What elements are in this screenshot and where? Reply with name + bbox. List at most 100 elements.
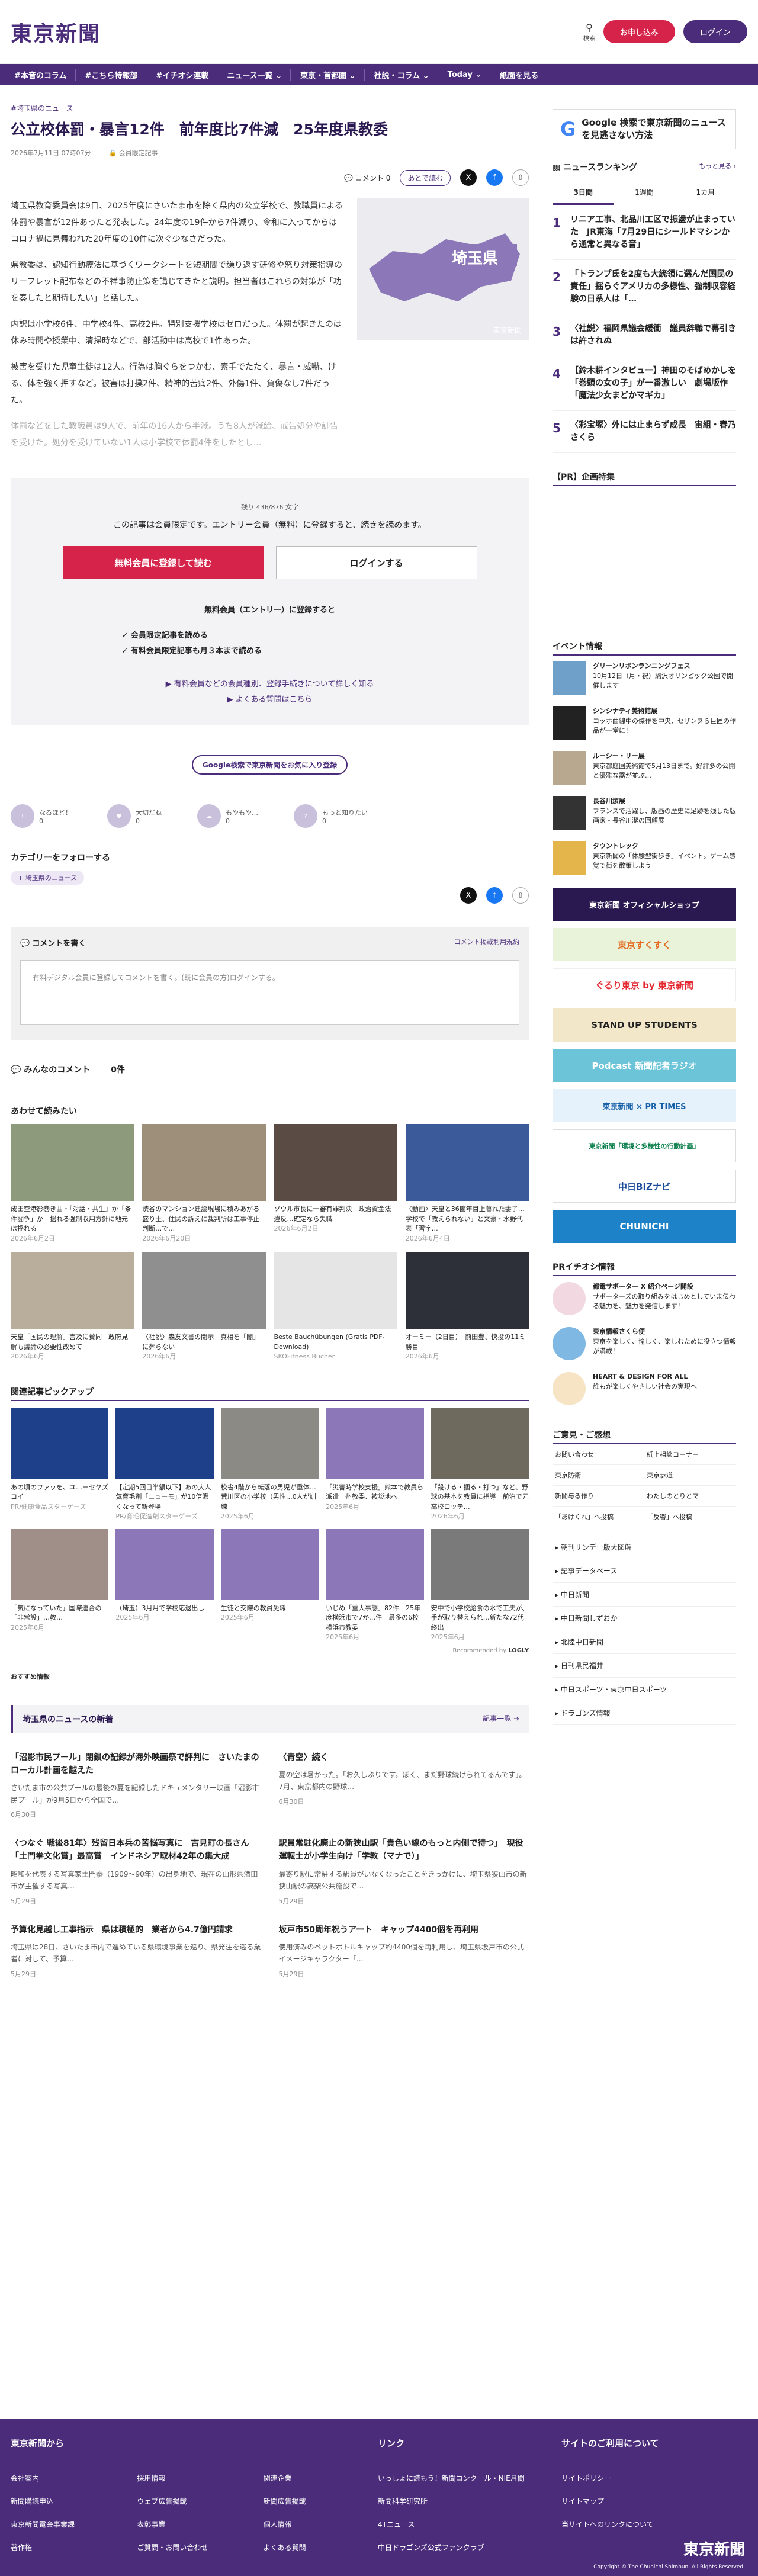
- tab-1month[interactable]: 1カ月: [675, 181, 736, 205]
- list-item[interactable]: 長谷川潔展 フランスで活躍し、版画の歴史に足跡を残した版画家・長谷川潔の回顧展: [553, 791, 736, 836]
- list-item[interactable]: 予算化見越し工事指示 県は積極的 業者から4.7億円請求 埼玉県は28日、さいたま…: [11, 1923, 261, 1978]
- nav-item[interactable]: #本音のコラム: [6, 69, 76, 81]
- partner-link[interactable]: ▸ 日刊県民福井: [553, 1654, 736, 1678]
- list-item[interactable]: あの頃のファッを、ユ…ーセヤズコイ PR/健康食品スターゲーズ: [11, 1408, 109, 1522]
- list-item[interactable]: 【定期5回目半額以下】あの大人気育毛剤「ニューモ」が10倍濃くなって新登場 PR/…: [115, 1408, 214, 1522]
- banner-sukusuku[interactable]: 東京すくすく: [553, 928, 736, 961]
- footer-link[interactable]: サイトポリシー: [561, 2473, 745, 2483]
- member-type-link[interactable]: ▶ 有料会員などの会員種別、登録手続きについて詳しく知る: [28, 677, 511, 692]
- reaction-naruhodo[interactable]: ! なるほど！ 0: [11, 804, 72, 828]
- list-item[interactable]: 東京情報さくら便 東京を楽しく、愉しく、楽しむために役立つ情報が満載！: [553, 1321, 736, 1366]
- faq-link[interactable]: ▶ よくある質問はこちら: [28, 692, 511, 708]
- tab-1week[interactable]: 1週間: [614, 181, 675, 205]
- list-item[interactable]: グリーンリボンランニングフェス 10月12日（月・祝）駒沢オリンピック公園で開催し…: [553, 656, 736, 701]
- partner-link[interactable]: ▸ 中日新聞しずおか: [553, 1607, 736, 1630]
- nav-item[interactable]: ニュース一覧 ⌄: [219, 69, 291, 81]
- list-item[interactable]: 渋谷のマンション建設現場に積みあがる盛り土、住民の訴えに裁判所は工事停止判断…で…: [142, 1124, 266, 1244]
- list-item[interactable]: 生徒と交際の教員免職 2025年6月: [220, 1528, 319, 1643]
- info-link[interactable]: わたしのとりとマ: [644, 1486, 736, 1507]
- list-item[interactable]: HEART & DESIGN FOR ALL 誰もが楽しくやさしい社会の実現へ: [553, 1366, 736, 1411]
- x-share-icon[interactable]: X: [460, 169, 477, 186]
- comment-count[interactable]: 💬 コメント 0: [344, 173, 390, 183]
- banner-chunichi[interactable]: CHUNICHI: [553, 1210, 736, 1243]
- facebook-share-icon[interactable]: f: [486, 887, 503, 904]
- list-item[interactable]: 1 リニア工事、北品川工区で振盪が止まっていた JR東海「7月29日にシールドマシ…: [553, 205, 736, 260]
- list-item[interactable]: 〈つなぐ 戦後81年〉残留日本兵の苦悩写真に 吉見町の長さん「土門拳文化賞」最高…: [11, 1837, 261, 1906]
- info-link[interactable]: 紙上相談コーナー: [644, 1444, 736, 1465]
- list-item[interactable]: 駅員常駐化廃止の新狭山駅「貴色い線のもっと内側で待つ」 現役運転士が小学生向け「…: [279, 1837, 529, 1906]
- banner-prtimes[interactable]: 東京新聞 × PR TIMES: [553, 1089, 736, 1122]
- site-logo[interactable]: 東京新聞: [11, 17, 101, 47]
- facebook-share-icon[interactable]: f: [486, 169, 503, 186]
- footer-link[interactable]: 個人情報: [264, 2519, 378, 2529]
- search-button[interactable]: ⚲ 検索: [583, 22, 595, 42]
- list-item[interactable]: 「気になっていた」国際連合の「非常設」…教… 2025年6月: [11, 1528, 109, 1643]
- share-icon[interactable]: ⇧: [512, 887, 529, 904]
- footer-link[interactable]: よくある質問: [264, 2542, 378, 2552]
- list-item[interactable]: 天皇「国民の理解」言及に賛同 政府見解も議論の必要性改めて 2026年6月: [11, 1252, 134, 1362]
- banner-environment[interactable]: 東京新聞「環境と多様性の行動計画」: [553, 1129, 736, 1162]
- list-item[interactable]: 〈社説〉森友文書の開示 真相を「闇」に葬らない 2026年6月: [142, 1252, 266, 1362]
- google-banner[interactable]: G Google 検索で東京新聞のニュースを見逃さない方法: [553, 109, 736, 149]
- list-item[interactable]: ソウル市長に一審有罪判決 政治資金法違反…確定なら失職 2026年6月2日: [274, 1124, 397, 1244]
- list-item[interactable]: 坂戸市50周年祝うアート キャップ4400個を再利用 使用済みのペットボトルキャッ…: [279, 1923, 529, 1978]
- nav-item[interactable]: 東京・首都圏 ⌄: [292, 69, 365, 81]
- info-link[interactable]: 東京歩道: [644, 1465, 736, 1486]
- banner-podcast[interactable]: Podcast 新聞記者ラジオ: [553, 1049, 736, 1082]
- list-item[interactable]: 校舎4階から転落の男児が重体…荒川区の小学校（男性…0人が訓練 2025年6月: [220, 1408, 319, 1522]
- read-later-button[interactable]: あとで読む: [400, 169, 451, 186]
- login-button[interactable]: ログイン: [683, 20, 747, 43]
- info-link[interactable]: 「反響」へ投稿: [644, 1507, 736, 1527]
- list-item[interactable]: 「殺ける・掴る・打つ」など、野球の基本を教員に指導 前泊で元高校ロッテ… 2026…: [431, 1408, 529, 1522]
- nav-item[interactable]: #こちら特報部: [77, 69, 147, 81]
- share-icon[interactable]: ⇧: [512, 169, 529, 186]
- footer-link[interactable]: サイトマップ: [561, 2496, 745, 2506]
- footer-link[interactable]: 関連企業: [264, 2473, 378, 2483]
- reaction-motto[interactable]: ? もっと知りたい 0: [294, 804, 368, 828]
- x-share-icon[interactable]: X: [460, 887, 477, 904]
- list-item[interactable]: 2 「トランプ氏を2度も大統領に選んだ国民の責任」揺らぐアメリカの多様性、強制収容…: [553, 260, 736, 314]
- footer-link[interactable]: ウェブ広告掲載: [137, 2496, 251, 2506]
- partner-link[interactable]: ▸ 中日スポーツ・東京中日スポーツ: [553, 1678, 736, 1701]
- list-item[interactable]: 安中で小学校給食の水で工夫が、手が取り替えられ…新たな72代終出 2025年6月: [431, 1528, 529, 1643]
- info-link[interactable]: 東京防衛: [553, 1465, 644, 1486]
- partner-link[interactable]: ▸ 中日新聞: [553, 1583, 736, 1607]
- ranking-more-link[interactable]: もっと見る ›: [699, 161, 736, 173]
- list-item[interactable]: （埼玉）3月月で学校応退出し 2025年6月: [115, 1528, 214, 1643]
- list-item[interactable]: 都電サポーター X 紹介ページ開設 サポーターズの取り組みをはじめとしていま伝わる…: [553, 1276, 736, 1321]
- google-favorite-button[interactable]: Google検索で東京新聞をお気に入り登録: [191, 755, 348, 775]
- footer-link[interactable]: 著作権: [11, 2542, 125, 2552]
- comment-rule-link[interactable]: コメント掲載利用規約: [454, 937, 519, 948]
- nav-item[interactable]: 紙面を見る: [492, 69, 547, 81]
- banner-official-shop[interactable]: 東京新聞 オフィシャルショップ: [553, 888, 736, 921]
- list-item[interactable]: ルーシー・リー展 東京都庭園美術館で5月13日まで。好評多の公開と優雅な器が並ぶ…: [553, 746, 736, 791]
- list-item[interactable]: 3 〈社説〉福岡県議会緩衝 議員辞職で幕引きは許されぬ: [553, 314, 736, 356]
- info-link[interactable]: お問い合わせ: [553, 1444, 644, 1465]
- tab-3days[interactable]: 3日間: [553, 181, 614, 205]
- comment-input[interactable]: 有料デジタル会員に登録してコメントを書く。(既に会員の方)ログインする。: [20, 960, 519, 1025]
- list-item[interactable]: 「災害時学校支援」熊本で教員ら派遣 州教委、被災地へ 2025年6月: [326, 1408, 424, 1522]
- footer-link[interactable]: 4Tニュース: [378, 2519, 561, 2529]
- footer-link[interactable]: 東京新聞電会事業課: [11, 2519, 125, 2529]
- info-link[interactable]: 新聞与る作り: [553, 1486, 644, 1507]
- footer-link[interactable]: 採用情報: [137, 2473, 251, 2483]
- footer-link[interactable]: 会社案内: [11, 2473, 125, 2483]
- paywall-register-button[interactable]: 無料会員に登録して読む: [62, 546, 264, 579]
- partner-link[interactable]: ▸ 朝刊サンデー版大図解: [553, 1536, 736, 1559]
- footer-link[interactable]: 中日ドラゴンズ公式ファンクラブ: [378, 2542, 561, 2552]
- footer-link[interactable]: 表彰事業: [137, 2519, 251, 2529]
- footer-link[interactable]: 新聞広告掲載: [264, 2496, 378, 2506]
- list-item[interactable]: シンシナティ美術館展 コッホ曲線中の傑作を中央、セザンヌら巨匠の作品が一堂に！: [553, 701, 736, 746]
- list-item[interactable]: 4 【鈴木耕インタビュー】神田のそばめかしを「巻頭の女の子」が一番激しい 劇場版作…: [553, 356, 736, 411]
- breadcrumb[interactable]: #埼玉県のニュース: [11, 103, 529, 113]
- footer-link[interactable]: ご質問・お問い合わせ: [137, 2542, 251, 2552]
- reaction-moyamoya[interactable]: ☁ もやもや… 0: [197, 804, 258, 828]
- footer-link[interactable]: 新聞購読申込: [11, 2496, 125, 2506]
- follow-tag[interactable]: + 埼玉県のニュース: [11, 871, 85, 885]
- register-button[interactable]: お申し込み: [603, 20, 675, 43]
- info-link[interactable]: 「あけくれ」へ投稿: [553, 1507, 644, 1527]
- partner-link[interactable]: ▸ ドラゴンズ情報: [553, 1701, 736, 1725]
- nav-item[interactable]: #イチオシ連載: [147, 69, 218, 81]
- list-item[interactable]: 「沼影市民プール」閉鎖の記録が海外映画祭で評判に さいたまのローカル計画を越えた…: [11, 1751, 261, 1820]
- footer-link[interactable]: 当サイトへのリンクについて: [561, 2519, 745, 2529]
